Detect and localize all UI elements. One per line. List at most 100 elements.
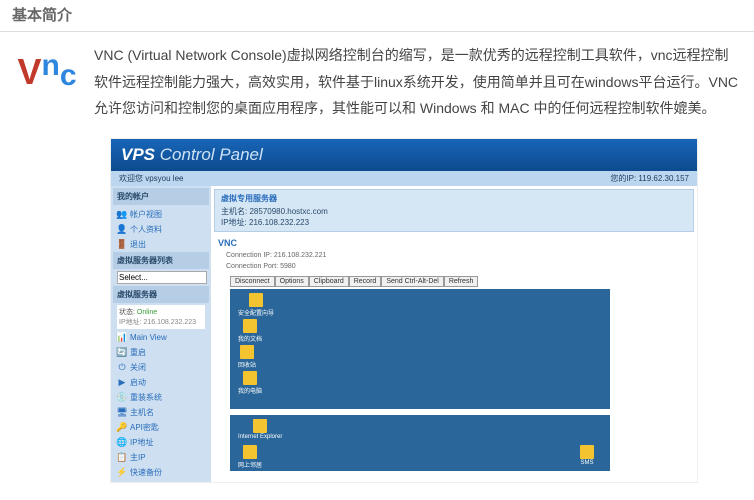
sidebar-item-label: 帐户视图 <box>130 209 162 220</box>
conn-ip: Connection IP: 216.108.232.221 <box>214 250 694 261</box>
vps-info-title: 虚拟专用服务器 <box>221 193 687 204</box>
desktop-icon[interactable]: 网上邻居 <box>238 445 262 469</box>
logo-letter-v: V <box>17 51 41 93</box>
sidebar-vps-title: 虚拟服务器列表 <box>113 252 209 269</box>
status-ip: IP地址: 216.108.232.223 <box>119 319 196 326</box>
sidebar-item[interactable]: 🚪退出 <box>113 237 209 252</box>
sidebar-item[interactable]: ⚡快速备份 <box>113 465 209 480</box>
logo-letter-n: n <box>42 49 60 83</box>
sidebar-item-icon: ⚡ <box>117 467 127 477</box>
sidebar-item-icon: 🌐 <box>117 437 127 447</box>
sidebar-server-title: 虚拟服务器 <box>113 286 209 303</box>
vnc-logo: Vnc <box>12 42 82 102</box>
panel-header: VPS Control Panel <box>111 139 697 171</box>
sidebar-item[interactable]: 📋主IP <box>113 450 209 465</box>
sidebar-item[interactable]: 👥帐户视图 <box>113 207 209 222</box>
sidebar-item-icon: 👥 <box>117 209 127 219</box>
sidebar-item[interactable]: 👤个人资料 <box>113 222 209 237</box>
sidebar-item-icon: 🚪 <box>117 239 127 249</box>
vnc-toolbar-button[interactable]: Record <box>349 276 382 287</box>
sidebar-item[interactable]: 💿重装系统 <box>113 390 209 405</box>
sidebar-item-icon: 🖥 <box>117 407 127 417</box>
vnc-toolbar-button[interactable]: Clipboard <box>309 276 349 287</box>
sidebar-item-label: 主IP <box>130 452 146 463</box>
logo-letter-c: c <box>60 59 77 93</box>
desktop-icon[interactable]: 我的电脑 <box>238 371 262 395</box>
ip-label: IP地址: <box>221 218 247 227</box>
desktop-icon[interactable]: Internet Explorer <box>238 419 282 440</box>
vnc-toolbar-button[interactable]: Options <box>275 276 309 287</box>
section-title: 基本简介 <box>0 0 754 32</box>
hostname-value: 28570980.hostxc.com <box>249 207 327 216</box>
remote-desktop-view-1[interactable]: 安全配置向导我的文档回收站我的电脑 <box>230 289 610 409</box>
desktop-icon-image <box>243 319 257 333</box>
conn-port: Connection Port: 5980 <box>214 261 694 272</box>
sidebar-item[interactable]: 🔄重启 <box>113 345 209 360</box>
panel-main: 虚拟专用服务器 主机名: 28570980.hostxc.com IP地址: 2… <box>211 186 697 482</box>
desktop-icon-image <box>580 445 594 459</box>
sidebar-item[interactable]: 🔑API密匙 <box>113 420 209 435</box>
sidebar-item-label: 主机名 <box>130 407 154 418</box>
sidebar-item[interactable]: 🖥主机名 <box>113 405 209 420</box>
hostname-label: 主机名: <box>221 207 247 216</box>
sidebar-item[interactable]: 📊Main View <box>113 331 209 345</box>
desktop-icon[interactable]: 我的文档 <box>238 319 262 343</box>
sidebar-item-icon: ⏻ <box>117 362 127 372</box>
desktop-icon-label: 安全配置向导 <box>238 308 274 317</box>
desktop-icon-label: 我的电脑 <box>238 386 262 395</box>
sidebar-item-icon: 💿 <box>117 392 127 402</box>
sidebar-item-label: Main View <box>130 333 167 342</box>
remote-desktop-view-2[interactable]: Internet Explorer 网上邻居 SMS <box>230 415 610 471</box>
desktop-icon-image <box>253 419 267 433</box>
desktop-icon-image <box>243 371 257 385</box>
panel-sidebar: 我的帐户 👥帐户视图👤个人资料🚪退出 虚拟服务器列表 Select... 虚拟服… <box>111 186 211 482</box>
intro-text: VNC (Virtual Network Console)虚拟网络控制台的缩写，… <box>94 42 742 122</box>
sidebar-item[interactable]: ⏻关闭 <box>113 360 209 375</box>
desktop-icon-label: SMS <box>580 460 594 466</box>
brand-light: Control Panel <box>160 145 263 164</box>
sidebar-item-label: 个人资料 <box>130 224 162 235</box>
vnc-toolbar-button[interactable]: Disconnect <box>230 276 275 287</box>
vps-select[interactable]: Select... <box>117 271 207 284</box>
vnc-toolbar: DisconnectOptionsClipboardRecordSend Ctr… <box>230 276 694 287</box>
ip-value: 216.108.232.223 <box>249 218 309 227</box>
desktop-icon[interactable]: 回收站 <box>238 345 256 369</box>
sidebar-item-label: 重装系统 <box>130 392 162 403</box>
sidebar-item-label: 关闭 <box>130 362 146 373</box>
desktop-icon-image <box>243 445 257 459</box>
sidebar-item-label: 退出 <box>130 239 146 250</box>
vnc-section-title: VNC <box>214 236 694 250</box>
desktop-icon-label: 回收站 <box>238 360 256 369</box>
user-ip: 您的IP: 119.62.30.157 <box>610 173 689 184</box>
desktop-icon[interactable]: SMS <box>580 445 594 466</box>
sidebar-item-icon: ▶ <box>117 377 127 387</box>
vps-info-box: 虚拟专用服务器 主机名: 28570980.hostxc.com IP地址: 2… <box>214 189 694 232</box>
server-status-box: 状态: Online IP地址: 216.108.232.223 <box>117 305 205 329</box>
status-label: 状态: <box>119 309 135 316</box>
intro-block: Vnc VNC (Virtual Network Console)虚拟网络控制台… <box>0 32 754 130</box>
desktop-icon-image <box>249 293 263 307</box>
control-panel-screenshot: VPS Control Panel 欢迎您 vpsyou lee 您的IP: 1… <box>110 138 698 483</box>
sidebar-item-label: 重启 <box>130 347 146 358</box>
sidebar-item[interactable]: ▶启动 <box>113 375 209 390</box>
welcome-text: 欢迎您 vpsyou lee <box>119 173 183 184</box>
desktop-icon-image <box>240 345 254 359</box>
brand-bold: VPS <box>121 145 155 164</box>
sidebar-item-icon: 📋 <box>117 452 127 462</box>
vnc-toolbar-button[interactable]: Send Ctrl-Alt-Del <box>381 276 444 287</box>
panel-body: 我的帐户 👥帐户视图👤个人资料🚪退出 虚拟服务器列表 Select... 虚拟服… <box>111 186 697 482</box>
sidebar-item-label: API密匙 <box>130 422 159 433</box>
sidebar-item-icon: 🔄 <box>117 347 127 357</box>
vnc-toolbar-button[interactable]: Refresh <box>444 276 479 287</box>
sidebar-item[interactable]: 🌐IP地址 <box>113 435 209 450</box>
desktop-icon-label: Internet Explorer <box>238 434 282 440</box>
status-value: Online <box>137 309 157 316</box>
desktop-icon-label: 网上邻居 <box>238 460 262 469</box>
panel-subbar: 欢迎您 vpsyou lee 您的IP: 119.62.30.157 <box>111 171 697 186</box>
desktop-icon[interactable]: 安全配置向导 <box>238 293 274 317</box>
sidebar-item-icon: 🔑 <box>117 422 127 432</box>
desktop-icon-label: 我的文档 <box>238 334 262 343</box>
sidebar-account-title: 我的帐户 <box>113 188 209 205</box>
sidebar-item-label: 启动 <box>130 377 146 388</box>
sidebar-item-label: 快速备份 <box>130 467 162 478</box>
